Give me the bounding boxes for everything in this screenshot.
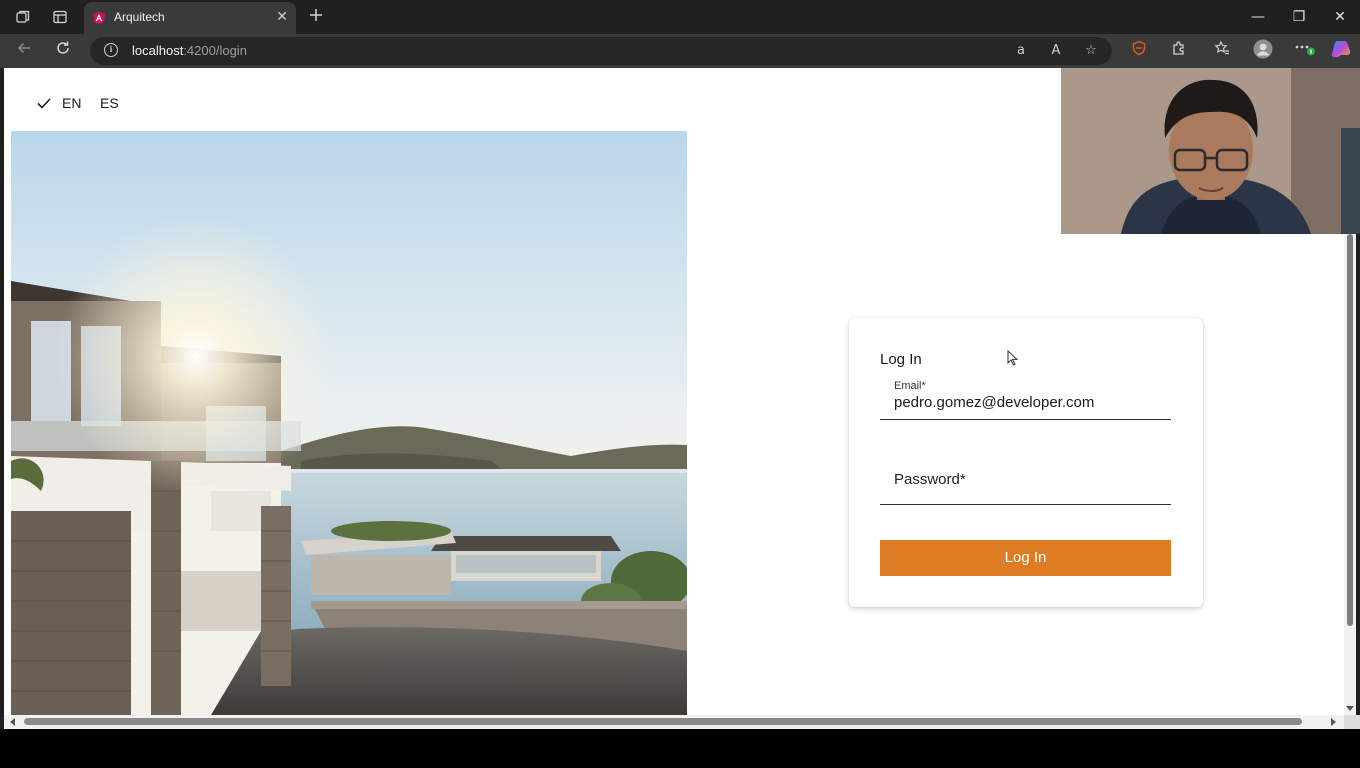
plus-icon bbox=[310, 9, 322, 21]
back-button[interactable] bbox=[12, 39, 36, 63]
puzzle-icon[interactable] bbox=[1167, 39, 1191, 63]
restore-button[interactable]: ❐ bbox=[1287, 6, 1311, 28]
star-icon[interactable]: ☆ bbox=[1082, 42, 1100, 60]
email-input[interactable]: pedro.gomez@developer.com bbox=[894, 394, 1094, 411]
vertical-scrollbar[interactable] bbox=[1344, 234, 1356, 715]
email-field[interactable]: Email* pedro.gomez@developer.com bbox=[880, 376, 1171, 420]
webcam-overlay bbox=[1061, 68, 1360, 234]
hero-image bbox=[11, 131, 687, 715]
email-label: Email* bbox=[894, 380, 926, 392]
browser-window: Arquitech ✕ — ❐ ✕ i localhost:4200/login… bbox=[0, 0, 1360, 768]
language-option-es[interactable]: ES bbox=[100, 95, 119, 111]
copilot-icon[interactable] bbox=[1329, 39, 1353, 63]
refresh-icon bbox=[57, 41, 69, 54]
language-switcher: EN ES bbox=[4, 68, 404, 132]
scroll-down-arrow-icon[interactable] bbox=[1346, 706, 1354, 711]
login-card: Log In Email* pedro.gomez@developer.com … bbox=[849, 318, 1203, 607]
back-arrow-icon bbox=[17, 42, 30, 54]
password-label[interactable]: Password* bbox=[894, 471, 966, 488]
scroll-right-arrow-icon[interactable] bbox=[1331, 718, 1336, 726]
tab-strip: Arquitech ✕ — ❐ ✕ bbox=[0, 0, 1360, 34]
translate-icon[interactable]: a bbox=[1012, 42, 1030, 60]
screen-bottom-area bbox=[0, 729, 1360, 768]
login-title: Log In bbox=[880, 351, 922, 368]
url-text[interactable]: localhost:4200/login bbox=[132, 43, 247, 58]
address-bar[interactable]: i localhost:4200/login a A ☆ bbox=[90, 37, 1112, 65]
vertical-scroll-thumb[interactable] bbox=[1347, 234, 1353, 626]
workspaces-icon[interactable] bbox=[12, 6, 34, 28]
horizontal-scrollbar[interactable] bbox=[4, 715, 1344, 729]
scrollbar-corner bbox=[1344, 715, 1360, 729]
password-field[interactable]: Password* bbox=[880, 458, 1171, 505]
horizontal-scroll-thumb[interactable] bbox=[24, 718, 1302, 725]
shield-extension-icon[interactable] bbox=[1127, 39, 1151, 63]
navigation-bar: i localhost:4200/login a A ☆ bbox=[0, 34, 1360, 68]
window-close-button[interactable]: ✕ bbox=[1328, 6, 1352, 28]
mouse-cursor-icon bbox=[1007, 350, 1019, 366]
scroll-left-arrow-icon[interactable] bbox=[10, 718, 15, 726]
minimize-button[interactable]: — bbox=[1246, 6, 1270, 28]
language-option-en[interactable]: EN bbox=[62, 95, 81, 111]
tab-title: Arquitech bbox=[114, 10, 165, 24]
site-info-icon[interactable]: i bbox=[104, 43, 118, 57]
angular-favicon-icon bbox=[93, 11, 105, 25]
read-aloud-icon[interactable]: A bbox=[1047, 42, 1065, 60]
login-button[interactable]: Log In bbox=[880, 540, 1171, 576]
favorites-icon[interactable] bbox=[1210, 39, 1234, 63]
new-tab-button[interactable] bbox=[304, 4, 328, 28]
more-icon[interactable] bbox=[1293, 39, 1317, 63]
tab-actions-icon[interactable] bbox=[49, 6, 71, 28]
browser-tab[interactable]: Arquitech ✕ bbox=[84, 2, 296, 34]
refresh-button[interactable] bbox=[51, 39, 75, 63]
close-tab-icon[interactable]: ✕ bbox=[276, 9, 288, 25]
profile-avatar-icon[interactable] bbox=[1251, 39, 1275, 63]
check-icon bbox=[37, 98, 51, 109]
